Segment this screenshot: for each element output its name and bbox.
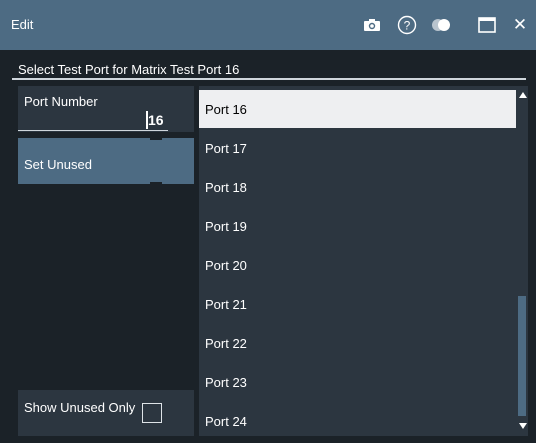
list-item-port-19[interactable]: Port 19 bbox=[199, 207, 516, 245]
list-item-port-17[interactable]: Port 17 bbox=[199, 129, 516, 167]
window-title: Edit bbox=[11, 17, 34, 32]
list-item-port-24[interactable]: Port 24 bbox=[199, 402, 516, 436]
port-number-label: Port Number bbox=[24, 94, 98, 109]
help-icon[interactable]: ? bbox=[395, 13, 419, 37]
maximize-icon[interactable] bbox=[475, 13, 499, 37]
set-unused-button[interactable]: Set Unused bbox=[18, 138, 194, 184]
button-notch bbox=[150, 182, 162, 184]
close-icon[interactable]: ✕ bbox=[508, 13, 532, 37]
scrollbar-thumb[interactable] bbox=[518, 296, 526, 416]
port-number-value[interactable]: 16 bbox=[148, 112, 164, 128]
toggle-icon[interactable] bbox=[430, 13, 454, 37]
scroll-down-arrow-icon[interactable] bbox=[519, 423, 527, 429]
port-list[interactable]: Port 16 Port 17 Port 18 Port 19 Port 20 … bbox=[199, 86, 516, 436]
title-bar: Edit ? ✕ bbox=[0, 0, 536, 50]
show-unused-only-checkbox[interactable] bbox=[142, 403, 162, 423]
show-unused-only-label: Show Unused Only bbox=[24, 400, 136, 415]
port-number-field[interactable]: Port Number bbox=[18, 86, 194, 132]
button-notch bbox=[150, 138, 162, 140]
list-item-port-21[interactable]: Port 21 bbox=[199, 285, 516, 323]
list-item-port-22[interactable]: Port 22 bbox=[199, 324, 516, 362]
list-item-port-16[interactable]: Port 16 bbox=[199, 90, 516, 128]
camera-icon[interactable] bbox=[360, 13, 384, 37]
scroll-up-arrow-icon[interactable] bbox=[519, 92, 527, 98]
list-item-port-23[interactable]: Port 23 bbox=[199, 363, 516, 401]
heading-divider bbox=[12, 78, 526, 80]
list-item-port-20[interactable]: Port 20 bbox=[199, 246, 516, 284]
dialog-heading: Select Test Port for Matrix Test Port 16 bbox=[18, 62, 240, 77]
show-unused-only-toggle[interactable]: Show Unused Only bbox=[18, 390, 194, 436]
set-unused-label: Set Unused bbox=[24, 157, 92, 172]
list-scrollbar[interactable] bbox=[516, 86, 528, 436]
port-number-underline bbox=[18, 130, 168, 131]
list-item-port-18[interactable]: Port 18 bbox=[199, 168, 516, 206]
svg-text:?: ? bbox=[404, 19, 411, 33]
